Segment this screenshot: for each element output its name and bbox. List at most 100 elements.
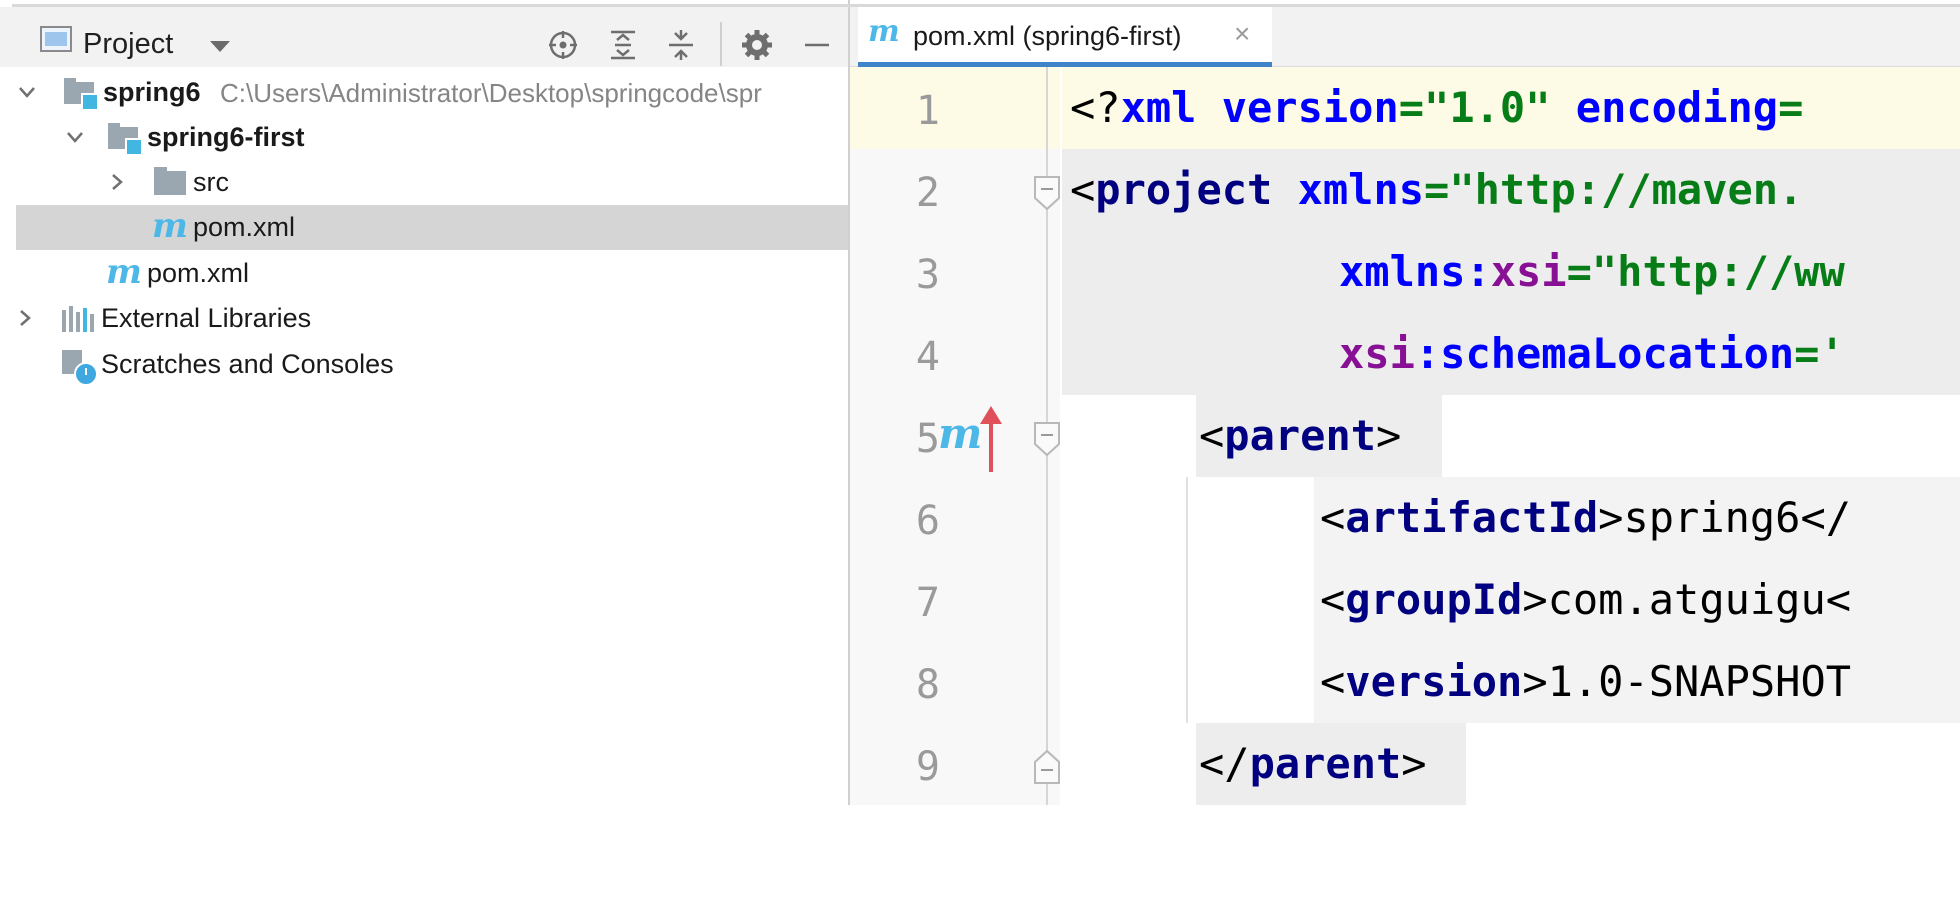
tree-item-external-libraries[interactable]: External Libraries: [0, 296, 850, 341]
project-view-icon: [40, 26, 72, 52]
navigate-up-arrow-icon[interactable]: [976, 404, 1006, 474]
tree-item-path: C:\Users\Administrator\Desktop\springcod…: [220, 78, 762, 108]
tree-item-label: src: [193, 167, 229, 197]
collapse-all-icon[interactable]: [664, 28, 698, 62]
code-token: xmlns: [1339, 247, 1466, 296]
editor-tab-bar: m pom.xml (spring6-first) ×: [850, 7, 1960, 67]
module-folder-icon: [108, 123, 143, 156]
line-number: 9: [915, 744, 940, 790]
code-token: xmlns: [1297, 165, 1425, 214]
project-panel-header: Project: [0, 7, 850, 67]
expand-all-icon[interactable]: [606, 28, 640, 62]
code-token: =: [1566, 247, 1592, 296]
chevron-down-icon[interactable]: [64, 126, 86, 148]
code-token: encoding: [1575, 83, 1779, 132]
locate-file-icon[interactable]: [546, 28, 580, 62]
line-number: 2: [915, 170, 940, 216]
code-token: :: [1414, 329, 1441, 378]
tree-item-label: External Libraries: [101, 303, 312, 333]
tree-item-src[interactable]: src: [0, 160, 850, 205]
code-token: xsi: [1490, 247, 1567, 296]
code-token: =: [1424, 165, 1450, 214]
tree-item-label: spring6-first: [147, 122, 305, 152]
code-token: com.atguigu: [1547, 575, 1826, 624]
code-token: xsi: [1339, 329, 1415, 378]
code-token: <: [1199, 411, 1225, 460]
code-token: >: [1522, 575, 1548, 624]
fold-marker-icon[interactable]: [1032, 420, 1062, 458]
code-token: version: [1221, 83, 1399, 132]
project-tool-window: Project spring6 C:\Users\Administrator\D…: [0, 0, 850, 805]
maven-file-icon: m: [106, 252, 142, 292]
tree-item-label: spring6: [103, 77, 201, 107]
gear-icon[interactable]: [740, 28, 774, 62]
tree-item-root-pom-xml[interactable]: m pom.xml: [0, 251, 850, 296]
code-token: >: [1376, 411, 1402, 460]
fold-end-marker-icon[interactable]: [1032, 748, 1062, 786]
module-folder-icon: [64, 78, 99, 111]
chevron-right-icon[interactable]: [14, 307, 36, 329]
close-icon[interactable]: ×: [1234, 19, 1250, 49]
libraries-icon: [62, 306, 98, 332]
tree-item-spring6-first[interactable]: spring6-first: [0, 115, 850, 160]
tree-item-label: Scratches and Consoles: [101, 349, 394, 379]
indent-guide: [1186, 477, 1188, 723]
code-token: </: [1199, 739, 1250, 788]
hide-panel-icon[interactable]: [800, 28, 834, 62]
tree-item-spring6[interactable]: spring6 C:\Users\Administrator\Desktop\s…: [0, 70, 850, 115]
code-line-8: <version>1.0-SNAPSHOT: [1320, 641, 1851, 723]
line-number: 8: [915, 662, 940, 708]
project-view-title[interactable]: Project: [83, 27, 173, 61]
code-token: =: [1398, 83, 1425, 132]
maven-file-icon: m: [868, 14, 900, 49]
line-number: 4: [915, 334, 940, 380]
code-token: "1.0": [1424, 83, 1551, 132]
line-number: 7: [915, 580, 940, 626]
code-token: <: [1070, 165, 1096, 214]
code-token: parent: [1249, 739, 1402, 788]
code-token: xml: [1120, 83, 1222, 132]
code-token: <?: [1070, 83, 1121, 132]
tree-item-pom-xml-selected[interactable]: m pom.xml: [16, 205, 850, 250]
code-content[interactable]: <?xml version="1.0" encoding= <project x…: [1062, 67, 1960, 805]
line-number: 6: [915, 498, 940, 544]
code-token: 1.0-SNAPSHOT: [1547, 657, 1852, 706]
tab-label: pom.xml (spring6-first): [913, 21, 1182, 51]
code-token: spring6: [1623, 493, 1801, 542]
code-line-1: <?xml version="1.0" encoding=: [1070, 67, 1803, 149]
tree-item-scratches[interactable]: Scratches and Consoles: [0, 342, 850, 387]
header-separator: [720, 22, 722, 66]
view-dropdown-arrow-icon[interactable]: [210, 41, 230, 52]
code-token: "http://maven.: [1449, 165, 1804, 214]
code-token: parent: [1224, 411, 1377, 460]
chevron-right-icon[interactable]: [106, 171, 128, 193]
scratches-icon: [60, 348, 98, 386]
code-line-9: </parent>: [1199, 723, 1427, 805]
code-token: >: [1598, 493, 1624, 542]
code-token: </: [1800, 493, 1852, 542]
tree-item-label: pom.xml: [193, 212, 296, 242]
tree-item-label: pom.xml: [147, 258, 250, 288]
code-token: >: [1401, 739, 1427, 788]
code-token: :: [1465, 247, 1491, 296]
code-token: project: [1095, 165, 1298, 214]
code-line-6: <artifactId>spring6</: [1320, 477, 1851, 559]
maven-file-icon: m: [152, 206, 188, 246]
code-token: artifactId: [1345, 493, 1599, 542]
folder-icon: [154, 167, 186, 195]
line-number: 1: [915, 88, 940, 134]
code-token: <: [1825, 575, 1852, 624]
code-token: =: [1794, 329, 1820, 378]
code-line-4: xsi:schemaLocation=': [1339, 313, 1845, 395]
code-line-5: <parent>: [1199, 395, 1401, 477]
fold-marker-icon[interactable]: [1032, 174, 1062, 212]
code-token: groupId: [1345, 575, 1523, 624]
chevron-down-icon[interactable]: [16, 81, 38, 103]
code-token: ': [1819, 329, 1845, 378]
code-token: <: [1320, 493, 1346, 542]
code-token: <: [1320, 575, 1346, 624]
code-token: <: [1320, 657, 1346, 706]
code-token: >: [1522, 657, 1548, 706]
tab-pom-xml[interactable]: m pom.xml (spring6-first) ×: [858, 7, 1272, 67]
